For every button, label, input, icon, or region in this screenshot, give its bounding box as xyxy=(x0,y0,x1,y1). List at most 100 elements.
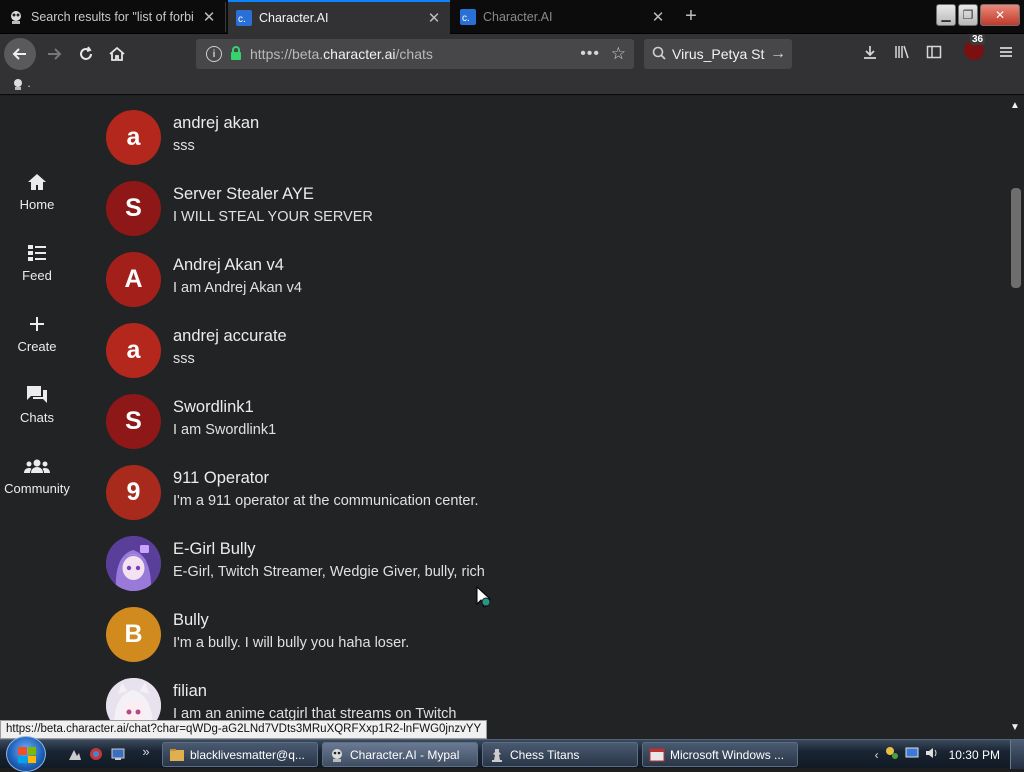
page-actions-icon[interactable]: ••• xyxy=(580,45,600,63)
maximize-button[interactable]: ❐ xyxy=(958,4,978,26)
nav-home[interactable]: Home xyxy=(0,170,74,241)
bookmark-favicon-icon xyxy=(14,78,22,90)
last-message-preview: sss xyxy=(173,351,195,367)
minimize-button[interactable]: ▁ xyxy=(936,4,956,26)
reload-icon xyxy=(80,46,92,60)
last-message-preview: sss xyxy=(173,138,195,154)
tab-characterai[interactable]: c. Character.AI ✕ xyxy=(452,2,674,32)
nav-chats[interactable]: Chats xyxy=(0,383,74,454)
close-tab-icon[interactable]: ✕ xyxy=(201,9,217,26)
bookmark-item[interactable]: . xyxy=(12,76,31,90)
back-arrow-icon xyxy=(12,48,26,60)
tab-title: Search results for "list of forbi xyxy=(31,10,194,24)
chat-list-item[interactable]: S Swordlink1 I am Swordlink1 xyxy=(106,394,606,465)
search-go-icon[interactable]: → xyxy=(770,45,786,63)
explorer-icon xyxy=(169,747,185,763)
new-tab-button[interactable]: + xyxy=(680,6,702,28)
tab-characterai-active[interactable]: c. Character.AI ✕ xyxy=(228,0,450,34)
scroll-down-arrow-icon[interactable]: ▼ xyxy=(1010,722,1020,733)
library-icon[interactable] xyxy=(892,44,912,65)
quicklaunch-icon[interactable] xyxy=(88,746,104,762)
start-button[interactable] xyxy=(6,736,46,772)
action-center-icon[interactable] xyxy=(905,746,919,763)
taskbar-item[interactable]: blacklivesmatter@q... xyxy=(162,742,318,767)
page-content: Home Feed Create Chats Community a andre… xyxy=(0,96,1024,740)
chat-list-item[interactable]: 9 911 Operator I'm a 911 operator at the c… xyxy=(106,465,606,536)
character-avatar[interactable]: a xyxy=(106,323,161,378)
chat-list-item[interactable]: A Andrej Akan v4 I am Andrej Akan v4 xyxy=(106,252,606,323)
taskbar-item-active[interactable]: Character.AI - Mypal xyxy=(322,742,478,767)
nav-label: Feed xyxy=(22,268,52,283)
quicklaunch-icon[interactable] xyxy=(66,746,82,762)
search-input[interactable]: Virus_Petya St → xyxy=(644,39,792,69)
forward-button[interactable] xyxy=(38,38,70,70)
nav-feed[interactable]: Feed xyxy=(0,241,74,312)
url-path: /chats xyxy=(395,46,433,62)
character-avatar[interactable]: S xyxy=(106,181,161,236)
system-tray: ‹ 10:30 PM xyxy=(875,740,1024,769)
download-icon[interactable] xyxy=(860,44,880,65)
lock-icon[interactable] xyxy=(230,45,242,63)
quicklaunch-icon[interactable] xyxy=(110,746,126,762)
character-avatar[interactable]: 9 xyxy=(106,465,161,520)
taskbar-clock[interactable]: 10:30 PM xyxy=(949,748,1000,762)
address-bar[interactable]: i https://beta.character.ai/chats ••• ☆ xyxy=(196,39,634,69)
characterai-favicon: c. xyxy=(236,10,252,26)
character-avatar[interactable] xyxy=(106,536,161,591)
taskbar-label: Character.AI - Mypal xyxy=(350,747,460,762)
forward-arrow-icon xyxy=(48,48,62,60)
volume-icon[interactable] xyxy=(925,746,939,763)
menu-icon[interactable] xyxy=(996,44,1016,65)
character-name: Server Stealer AYE xyxy=(173,185,314,203)
character-avatar[interactable]: a xyxy=(106,110,161,165)
home-button[interactable] xyxy=(101,38,133,70)
nav-create[interactable]: Create xyxy=(0,312,74,383)
taskbar-label: blacklivesmatter@q... xyxy=(190,747,305,762)
url-text: https://beta.character.ai/chats xyxy=(250,46,433,62)
people-icon xyxy=(24,454,50,478)
ublock-addon-icon[interactable]: 36 xyxy=(964,34,986,60)
back-button[interactable] xyxy=(4,38,36,70)
chat-list-item[interactable]: B Bully I'm a bully. I will bully you haha… xyxy=(106,607,606,678)
character-avatar[interactable]: A xyxy=(106,252,161,307)
taskbar-label: Microsoft Windows ... xyxy=(670,747,785,762)
close-tab-icon[interactable]: ✕ xyxy=(650,9,666,26)
windows-taskbar: » blacklivesmatter@q... Character.AI - M… xyxy=(0,736,1024,772)
reload-button[interactable] xyxy=(70,38,102,70)
scrollbar-thumb[interactable] xyxy=(1011,188,1021,288)
show-hidden-icons-chevron-icon[interactable]: ‹ xyxy=(875,748,879,762)
scroll-up-arrow-icon[interactable]: ▲ xyxy=(1010,100,1020,111)
search-icon xyxy=(652,46,666,63)
characterai-favicon: c. xyxy=(460,9,476,25)
chat-list: a andrej akan sss S Server Stealer AYE I WILL… xyxy=(106,110,606,740)
taskbar-item[interactable]: Chess Titans xyxy=(482,742,638,767)
url-domain: character.ai xyxy=(323,46,396,62)
close-window-button[interactable]: ✕ xyxy=(980,4,1020,26)
show-desktop-button[interactable] xyxy=(1010,740,1024,769)
close-tab-icon[interactable]: ✕ xyxy=(426,10,442,27)
chat-list-item[interactable]: S Server Stealer AYE I WILL STEAL YOUR SER… xyxy=(106,181,606,252)
windows-logo-icon xyxy=(18,747,36,763)
nav-community[interactable]: Community xyxy=(0,454,74,525)
bookmark-label: . xyxy=(27,76,31,90)
chat-bubble-icon xyxy=(26,383,48,407)
network-tray-icon[interactable] xyxy=(885,746,899,763)
character-avatar[interactable]: B xyxy=(106,607,161,662)
sidebar-icon[interactable] xyxy=(924,44,944,65)
tab-search-results[interactable]: Search results for "list of forbi ✕ xyxy=(0,2,226,32)
taskbar-item[interactable]: Microsoft Windows ... xyxy=(642,742,798,767)
nav-label: Home xyxy=(19,197,55,212)
bookmark-star-icon[interactable]: ☆ xyxy=(611,44,626,64)
last-message-preview: I am Andrej Akan v4 xyxy=(173,280,302,296)
mypal-browser-icon xyxy=(329,747,345,763)
more-quicklaunch-chevron-icon[interactable]: » xyxy=(138,744,154,760)
last-message-preview: I am Swordlink1 xyxy=(173,422,277,438)
character-avatar[interactable]: S xyxy=(106,394,161,449)
page-scrollbar[interactable]: ▲ ▼ xyxy=(1007,96,1024,740)
chat-list-item[interactable]: E-Girl Bully E-Girl, Twitch Streamer, Wed… xyxy=(106,536,606,607)
window-controls: ▁ ❐ ✕ xyxy=(936,4,1020,26)
chat-list-item[interactable]: a andrej accurate sss xyxy=(106,323,606,394)
svg-text:c.: c. xyxy=(462,13,470,24)
info-icon[interactable]: i xyxy=(206,46,222,62)
chat-list-item[interactable]: a andrej akan sss xyxy=(106,110,606,181)
